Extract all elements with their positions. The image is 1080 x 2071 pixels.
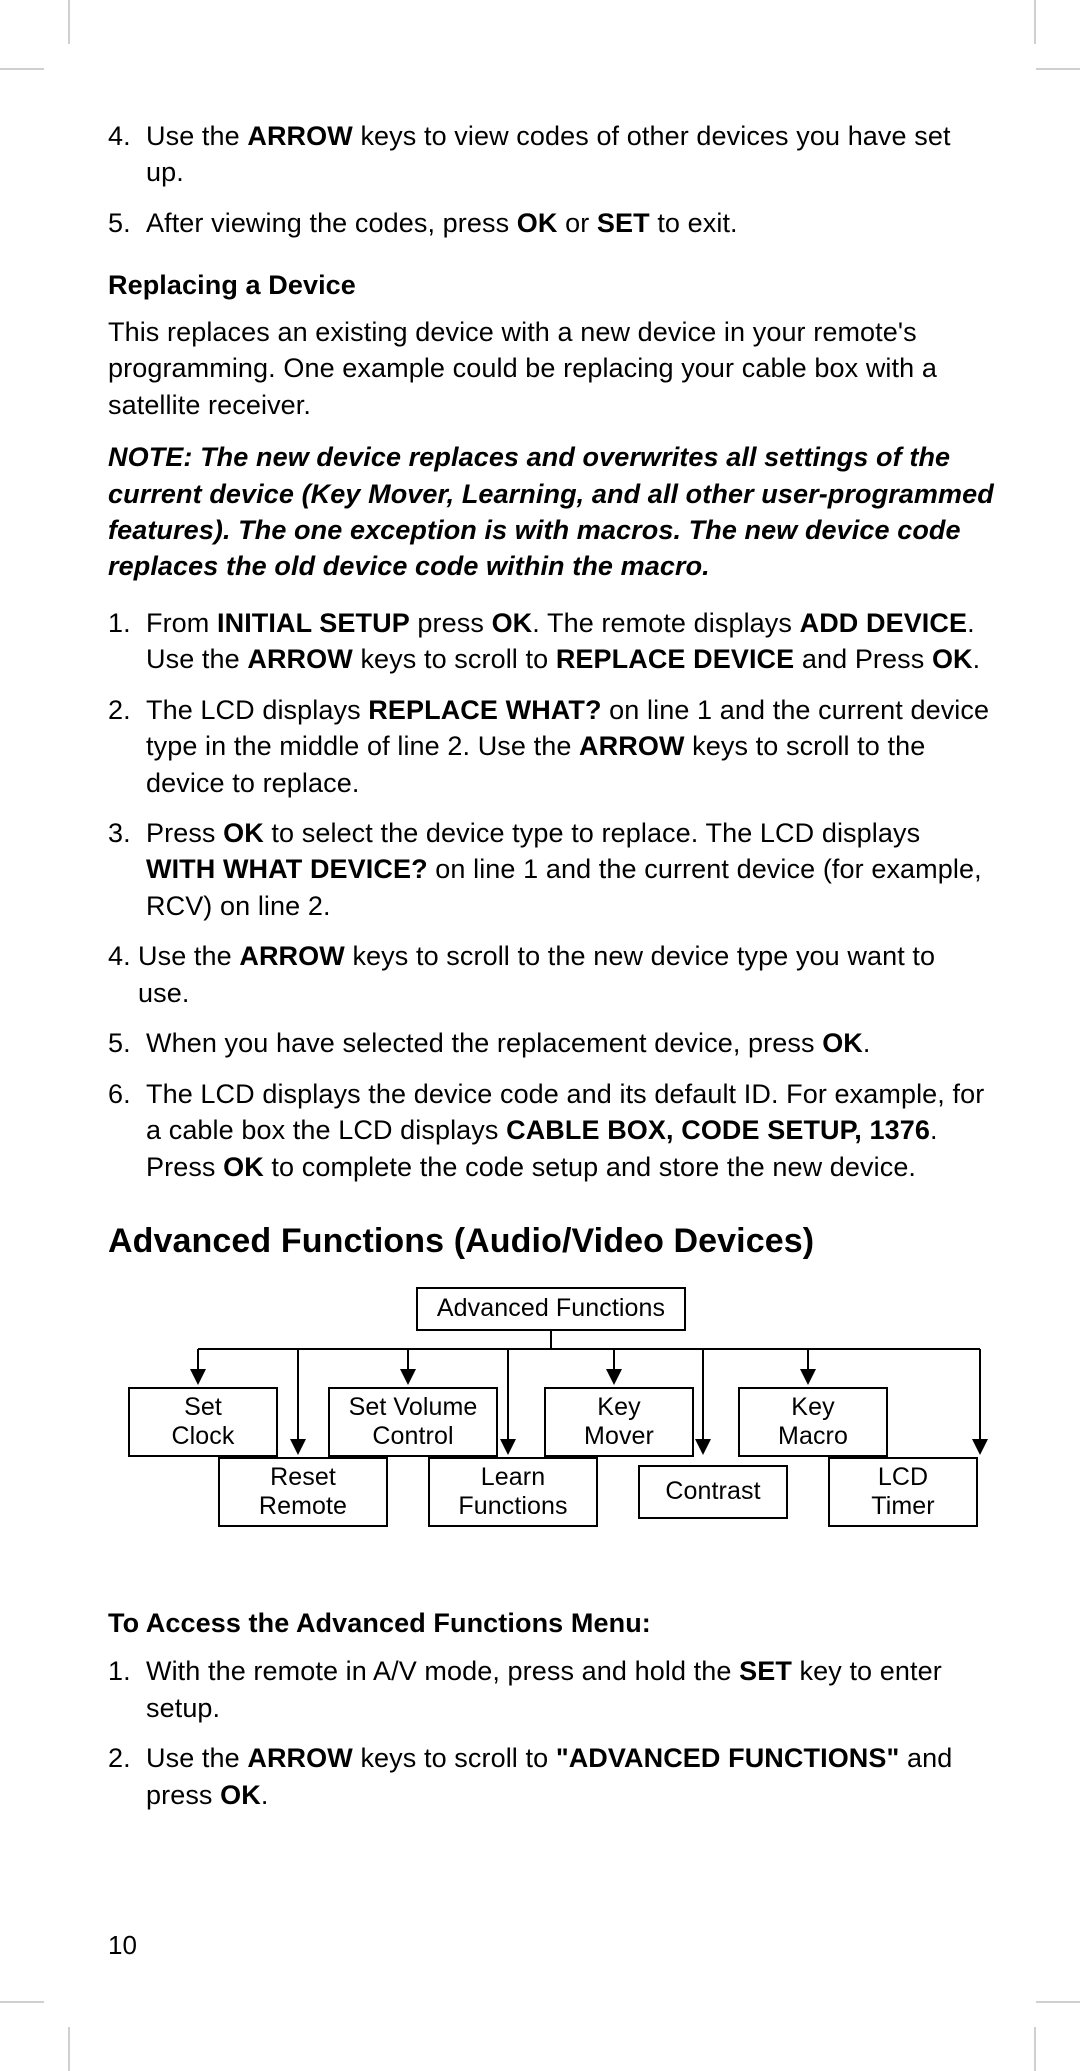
note-replace-device: NOTE: The new device replaces and overwr… bbox=[108, 439, 994, 585]
steps-list-view-codes: 4.Use the ARROW keys to view codes of ot… bbox=[108, 118, 994, 241]
list-item: 5.After viewing the codes, press OK or S… bbox=[108, 205, 994, 241]
diagram-advanced-functions: Advanced Functions Set Clock Set Volume … bbox=[108, 1287, 994, 1577]
diagram-box-reset-remote: Reset Remote bbox=[218, 1457, 388, 1527]
list-item: 6.The LCD displays the device code and i… bbox=[108, 1076, 994, 1185]
diagram-box-key-macro: Key Macro bbox=[738, 1387, 888, 1457]
page-content: 4.Use the ARROW keys to view codes of ot… bbox=[108, 118, 994, 1827]
list-item: 2.Use the ARROW keys to scroll to "ADVAN… bbox=[108, 1740, 994, 1813]
steps-list-replace-device: 1.From INITIAL SETUP press OK. The remot… bbox=[108, 605, 994, 1185]
crop-mark bbox=[1036, 68, 1080, 70]
crop-mark bbox=[0, 68, 44, 70]
page-number: 10 bbox=[108, 1930, 137, 1961]
crop-mark bbox=[1034, 0, 1036, 44]
list-item: 4.Use the ARROW keys to view codes of ot… bbox=[108, 118, 994, 191]
diagram-box-set-volume: Set Volume Control bbox=[328, 1387, 498, 1457]
diagram-box-key-mover: Key Mover bbox=[544, 1387, 694, 1457]
list-number: 2. bbox=[108, 1740, 131, 1776]
list-number: 2. bbox=[108, 692, 131, 728]
steps-list-access-menu: 1.With the remote in A/V mode, press and… bbox=[108, 1653, 994, 1813]
diagram-box-contrast: Contrast bbox=[638, 1465, 788, 1519]
heading-advanced-functions: Advanced Functions (Audio/Video Devices) bbox=[108, 1219, 994, 1265]
diagram-box-learn-functions: Learn Functions bbox=[428, 1457, 598, 1527]
list-item: 3.Press OK to select the device type to … bbox=[108, 815, 994, 924]
crop-mark bbox=[1036, 2001, 1080, 2003]
crop-mark bbox=[0, 2001, 44, 2003]
list-item: 1.With the remote in A/V mode, press and… bbox=[108, 1653, 994, 1726]
diagram-box-set-clock: Set Clock bbox=[128, 1387, 278, 1457]
heading-access-menu: To Access the Advanced Functions Menu: bbox=[108, 1605, 994, 1641]
paragraph-replacing-intro: This replaces an existing device with a … bbox=[108, 314, 994, 423]
list-item: 4.Use the ARROW keys to scroll to the ne… bbox=[108, 938, 994, 1011]
list-number: 4. bbox=[108, 938, 131, 974]
list-number: 6. bbox=[108, 1076, 131, 1112]
list-number: 4. bbox=[108, 118, 131, 154]
manual-page: 4.Use the ARROW keys to view codes of ot… bbox=[0, 0, 1080, 2071]
diagram-box-root: Advanced Functions bbox=[416, 1287, 686, 1331]
list-item: 5.When you have selected the replacement… bbox=[108, 1025, 994, 1061]
crop-mark bbox=[68, 2027, 70, 2071]
list-number: 3. bbox=[108, 815, 131, 851]
list-item: 2.The LCD displays REPLACE WHAT? on line… bbox=[108, 692, 994, 801]
list-number: 5. bbox=[108, 1025, 131, 1061]
list-number: 5. bbox=[108, 205, 131, 241]
crop-mark bbox=[1034, 2027, 1036, 2071]
crop-mark bbox=[68, 0, 70, 44]
list-number: 1. bbox=[108, 1653, 131, 1689]
list-item: 1.From INITIAL SETUP press OK. The remot… bbox=[108, 605, 994, 678]
list-number: 1. bbox=[108, 605, 131, 641]
heading-replacing-device: Replacing a Device bbox=[108, 267, 994, 303]
diagram-box-lcd-timer: LCD Timer bbox=[828, 1457, 978, 1527]
